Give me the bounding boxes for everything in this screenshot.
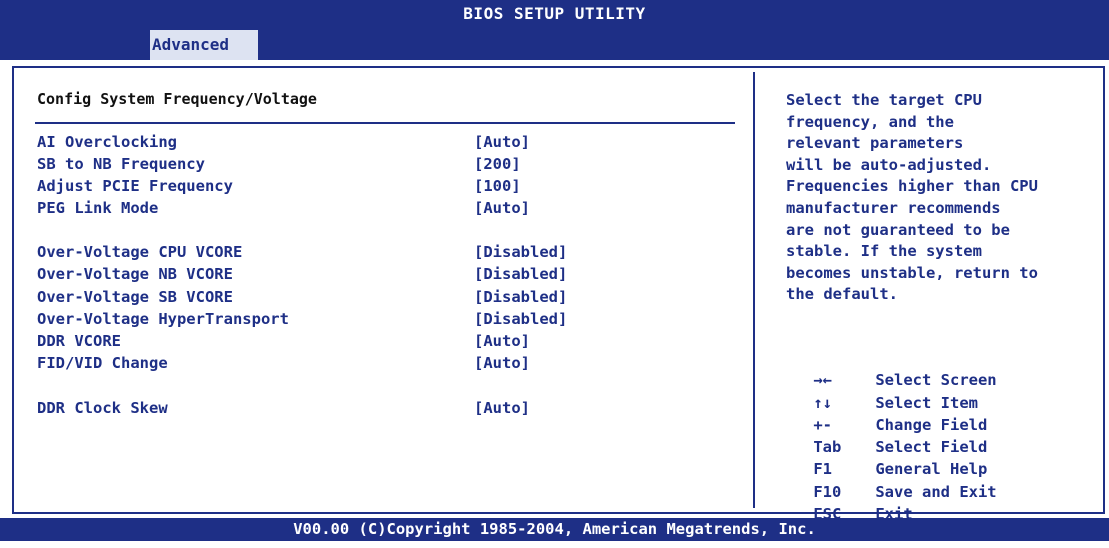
value-adjust-pcie-frequency[interactable]: [100] [474, 175, 521, 197]
setting-over-voltage-hypertransport[interactable]: Over-Voltage HyperTransport [37, 308, 289, 330]
footer-copyright: V00.00 (C)Copyright 1985-2004, American … [0, 518, 1109, 541]
help-text: Select the target CPU frequency, and the… [786, 91, 1038, 304]
key-action: Change Field [875, 415, 988, 434]
key-action: Select Item [875, 393, 978, 412]
value-over-voltage-nb-vcore[interactable]: [Disabled] [474, 263, 567, 285]
value-over-voltage-hypertransport[interactable]: [Disabled] [474, 308, 567, 330]
setting-adjust-pcie-frequency[interactable]: Adjust PCIE Frequency [37, 175, 233, 197]
tab-advanced[interactable]: Advanced [150, 30, 258, 60]
value-peg-link-mode[interactable]: [Auto] [474, 197, 530, 219]
key-tab: Tab [813, 438, 842, 457]
value-over-voltage-cpu-vcore[interactable]: [Disabled] [474, 241, 567, 263]
section-title: Config System Frequency/Voltage [37, 90, 317, 108]
section-divider [35, 122, 735, 124]
key-plus-minus: +- [813, 415, 832, 434]
setting-over-voltage-sb-vcore[interactable]: Over-Voltage SB VCORE [37, 286, 233, 308]
setting-ddr-clock-skew[interactable]: DDR Clock Skew [37, 397, 168, 419]
bios-title: BIOS SETUP UTILITY [463, 4, 646, 23]
panel-divider [753, 72, 755, 508]
key-action: Save and Exit [875, 482, 997, 501]
key-arrows-ud: ↑↓ [813, 393, 832, 412]
value-ddr-vcore[interactable]: [Auto] [474, 330, 530, 352]
setting-over-voltage-nb-vcore[interactable]: Over-Voltage NB VCORE [37, 263, 233, 285]
key-f1: F1 [813, 460, 832, 479]
value-ddr-clock-skew[interactable]: [Auto] [474, 397, 530, 419]
value-over-voltage-sb-vcore[interactable]: [Disabled] [474, 286, 567, 308]
key-action: Select Field [875, 438, 988, 457]
value-sb-to-nb-frequency[interactable]: [200] [474, 153, 521, 175]
setting-ddr-vcore[interactable]: DDR VCORE [37, 330, 121, 352]
key-row-select-screen: →← Select Screen [776, 347, 996, 389]
setting-over-voltage-cpu-vcore[interactable]: Over-Voltage CPU VCORE [37, 241, 242, 263]
key-legend: →← Select Screen ↑↓ Select Item +- Change F… [776, 347, 997, 523]
key-action: Select Screen [875, 371, 997, 390]
header-bar: BIOS SETUP UTILITY Advanced [0, 0, 1109, 60]
key-action: General Help [875, 460, 988, 479]
setting-fid-vid-change[interactable]: FID/VID Change [37, 352, 168, 374]
setting-sb-to-nb-frequency[interactable]: SB to NB Frequency [37, 153, 205, 175]
setting-ai-overclocking[interactable]: AI Overclocking [37, 131, 177, 153]
setting-peg-link-mode[interactable]: PEG Link Mode [37, 197, 158, 219]
value-fid-vid-change[interactable]: [Auto] [474, 352, 530, 374]
value-ai-overclocking[interactable]: [Auto] [474, 131, 530, 153]
key-arrows-lr: →← [813, 371, 832, 390]
key-f10: F10 [813, 482, 842, 501]
